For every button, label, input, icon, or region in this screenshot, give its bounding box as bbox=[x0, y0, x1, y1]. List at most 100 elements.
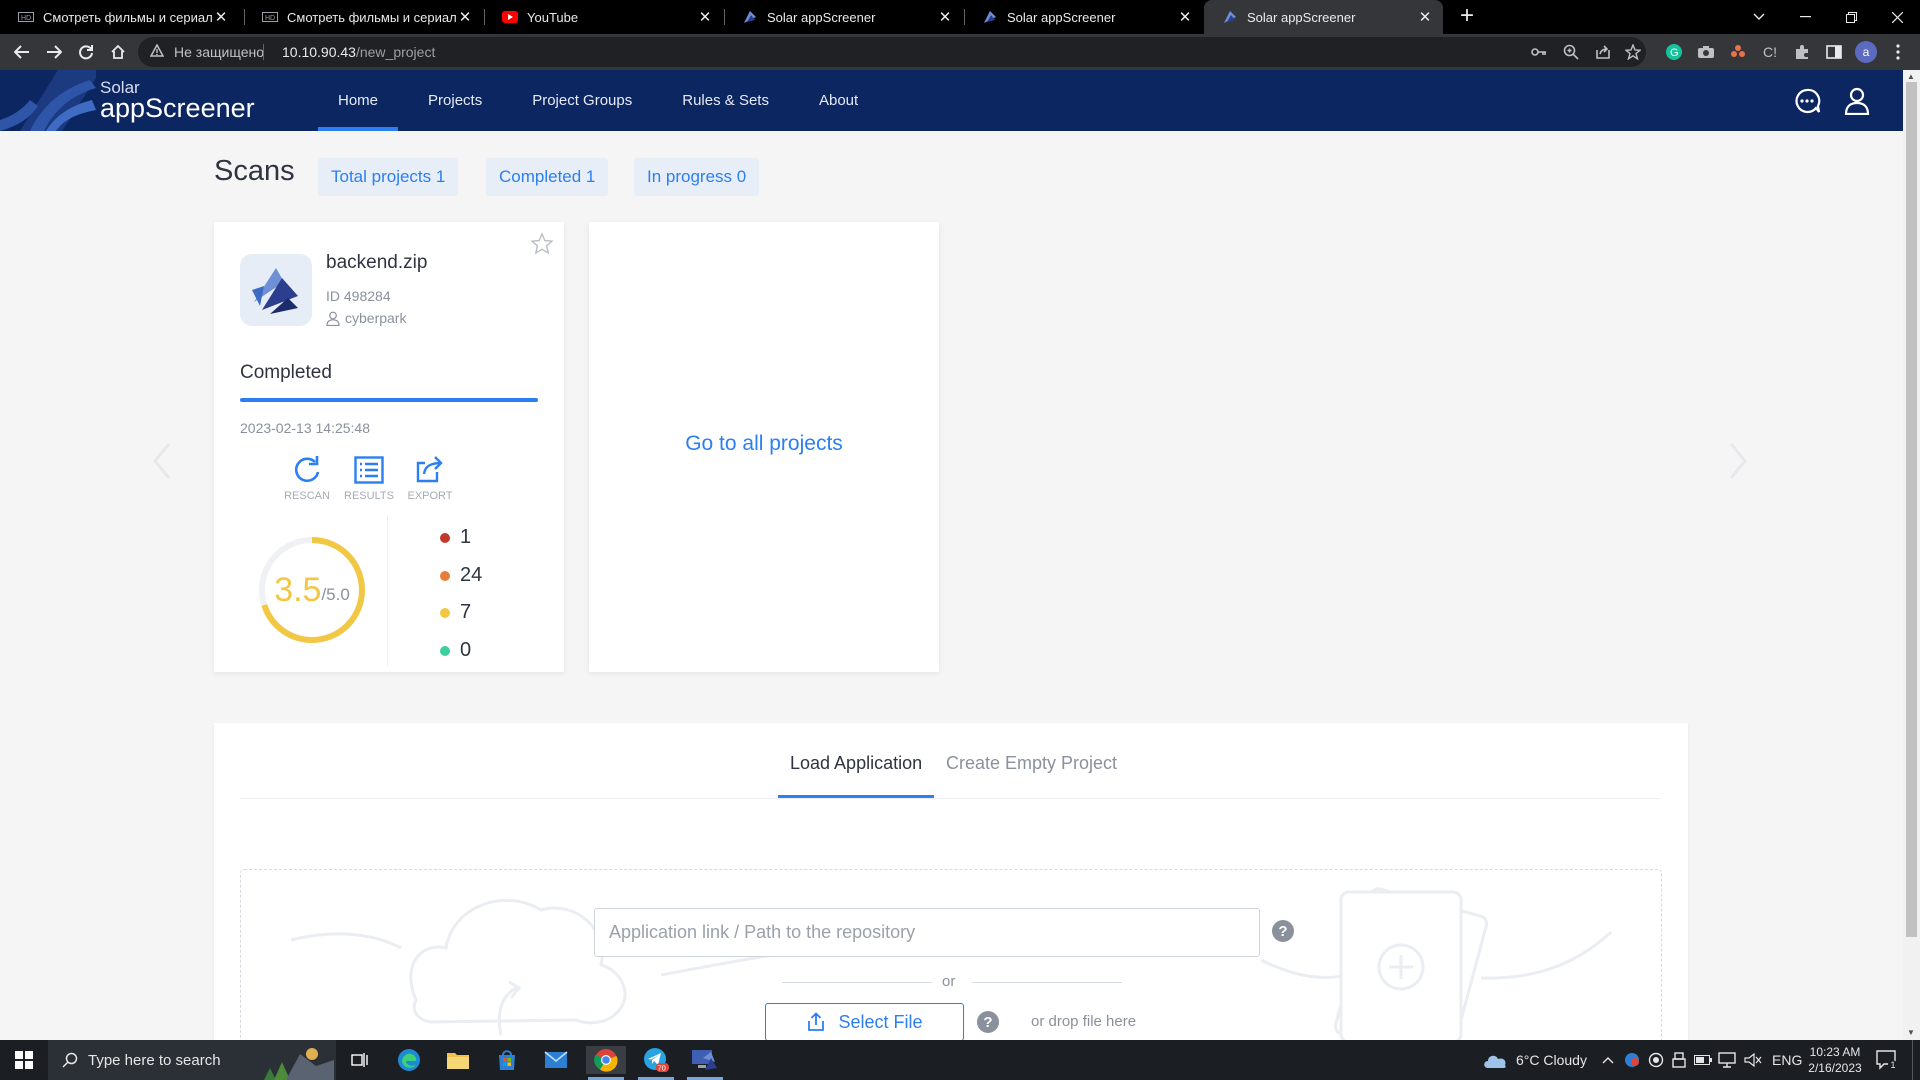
url-text[interactable]: 10.10.90.43/new_project bbox=[282, 44, 435, 60]
close-icon[interactable]: ✕ bbox=[937, 8, 953, 26]
nav-rules-sets[interactable]: Rules & Sets bbox=[662, 70, 789, 131]
severity-critical[interactable]: 1 bbox=[440, 526, 471, 549]
tab-load-application[interactable]: Load Application bbox=[790, 753, 922, 774]
warning-icon[interactable] bbox=[149, 43, 165, 62]
project-card[interactable]: backend.zip ID 498284 cyberpark Complete… bbox=[214, 222, 564, 672]
profile-avatar[interactable]: a bbox=[1855, 41, 1877, 63]
page-scrollbar[interactable]: ▲ ▼ bbox=[1903, 70, 1920, 1040]
bookmark-star-icon[interactable] bbox=[1624, 43, 1642, 61]
microsoft-store-icon[interactable] bbox=[487, 1046, 527, 1074]
show-desktop-button[interactable] bbox=[1912, 1040, 1913, 1080]
extension-flower-icon[interactable] bbox=[1728, 42, 1748, 62]
edge-icon[interactable] bbox=[389, 1046, 429, 1074]
chrome-icon[interactable] bbox=[586, 1046, 626, 1074]
new-tab-button[interactable]: + bbox=[1454, 4, 1480, 30]
rescan-button[interactable]: RESCAN bbox=[277, 448, 337, 502]
extension-c-icon[interactable]: C! bbox=[1760, 42, 1780, 62]
carousel-prev-chevron-icon[interactable] bbox=[152, 442, 172, 480]
scroll-thumb[interactable] bbox=[1906, 82, 1917, 937]
browser-tab-1[interactable]: HD Смотреть фильмы и сериалы онлайн ✕ bbox=[0, 0, 239, 34]
tab-search-chevron-icon[interactable] bbox=[1736, 0, 1782, 34]
severity-medium[interactable]: 24 bbox=[440, 564, 482, 587]
rating-max: /5.0 bbox=[321, 585, 350, 604]
close-icon[interactable]: ✕ bbox=[457, 8, 473, 26]
close-window-button[interactable] bbox=[1874, 0, 1920, 34]
windows-start-icon[interactable] bbox=[4, 1046, 44, 1074]
tray-usb-icon[interactable] bbox=[1672, 1040, 1686, 1080]
favorite-star-icon[interactable] bbox=[530, 232, 554, 256]
camera-icon[interactable] bbox=[1696, 42, 1716, 62]
all-projects-card[interactable]: Go to all projects bbox=[589, 222, 939, 672]
go-to-all-projects-link[interactable]: Go to all projects bbox=[589, 432, 939, 456]
home-icon[interactable] bbox=[104, 38, 132, 66]
in-progress-chip[interactable]: In progress 0 bbox=[634, 158, 760, 196]
repository-link-input[interactable] bbox=[594, 908, 1260, 957]
repo-help-icon[interactable]: ? bbox=[1272, 920, 1294, 942]
taskbar-search[interactable]: Type here to search bbox=[48, 1040, 336, 1080]
zoom-icon[interactable] bbox=[1562, 43, 1580, 61]
language-indicator[interactable]: ENG bbox=[1772, 1040, 1802, 1080]
browser-tab-6-active[interactable]: Solar appScreener ✕ bbox=[1204, 0, 1443, 34]
tray-record-icon[interactable] bbox=[1648, 1040, 1664, 1080]
scroll-down-arrow-icon[interactable]: ▼ bbox=[1907, 1028, 1915, 1037]
app-brand[interactable]: Solar appScreener bbox=[100, 79, 255, 122]
youtube-icon bbox=[502, 9, 518, 25]
telegram-icon[interactable]: 70 bbox=[636, 1046, 676, 1074]
notifications-icon[interactable]: 1 bbox=[1876, 1040, 1898, 1080]
browser-tab-5[interactable]: Solar appScreener ✕ bbox=[964, 0, 1203, 34]
file-explorer-icon[interactable] bbox=[438, 1046, 478, 1074]
security-label[interactable]: Не защищено bbox=[174, 44, 264, 60]
reload-icon[interactable] bbox=[72, 38, 100, 66]
nav-about[interactable]: About bbox=[799, 70, 878, 131]
nav-projects[interactable]: Projects bbox=[408, 70, 502, 131]
browser-tab-2[interactable]: HD Смотреть фильмы и сериалы онлайн ✕ bbox=[244, 0, 483, 34]
task-view-icon[interactable] bbox=[340, 1046, 380, 1074]
medium-dot-icon bbox=[440, 570, 450, 581]
close-icon[interactable]: ✕ bbox=[213, 8, 229, 26]
battery-icon[interactable] bbox=[1694, 1040, 1712, 1080]
nav-project-groups[interactable]: Project Groups bbox=[512, 70, 652, 131]
key-icon[interactable] bbox=[1530, 43, 1548, 61]
address-bar[interactable]: Не защищено 10.10.90.43/new_project bbox=[138, 37, 1646, 67]
back-arrow-icon[interactable] bbox=[8, 38, 36, 66]
tab-create-empty-project[interactable]: Create Empty Project bbox=[946, 753, 1117, 774]
mail-icon[interactable] bbox=[536, 1046, 576, 1074]
forward-arrow-icon[interactable] bbox=[40, 38, 68, 66]
puzzle-icon[interactable] bbox=[1792, 42, 1812, 62]
clock[interactable]: 10:23 AM 2/16/2023 bbox=[1808, 1040, 1862, 1080]
tab-title: Смотреть фильмы и сериалы онлайн bbox=[43, 9, 213, 25]
tray-app-icon[interactable] bbox=[1624, 1040, 1640, 1080]
close-icon[interactable]: ✕ bbox=[1417, 8, 1433, 26]
tray-chevron-icon[interactable] bbox=[1602, 1040, 1614, 1080]
grammarly-icon[interactable]: G bbox=[1664, 42, 1684, 62]
share-icon[interactable] bbox=[1594, 43, 1612, 61]
volume-mute-icon[interactable] bbox=[1744, 1040, 1762, 1080]
close-icon[interactable]: ✕ bbox=[697, 8, 713, 26]
completed-chip[interactable]: Completed 1 bbox=[486, 158, 609, 196]
nav-home[interactable]: Home bbox=[318, 70, 399, 131]
browser-tab-3[interactable]: YouTube ✕ bbox=[484, 0, 723, 34]
weather-widget[interactable]: 6°C Cloudy bbox=[1482, 1040, 1587, 1080]
app-navbar: Solar appScreener Home Projects Project … bbox=[0, 70, 1903, 131]
select-file-help-icon[interactable]: ? bbox=[977, 1011, 999, 1033]
browser-tab-4[interactable]: Solar appScreener ✕ bbox=[724, 0, 963, 34]
total-projects-chip[interactable]: Total projects 1 bbox=[318, 158, 459, 196]
scroll-up-arrow-icon[interactable]: ▲ bbox=[1907, 72, 1915, 81]
minimize-button[interactable] bbox=[1782, 0, 1828, 34]
kebab-menu-icon[interactable] bbox=[1888, 42, 1908, 62]
remote-desktop-icon[interactable] bbox=[684, 1046, 724, 1074]
user-icon[interactable] bbox=[1842, 86, 1872, 116]
project-name[interactable]: backend.zip bbox=[326, 252, 427, 274]
restore-button[interactable] bbox=[1828, 0, 1874, 34]
side-panel-icon[interactable] bbox=[1824, 42, 1844, 62]
severity-low[interactable]: 7 bbox=[440, 601, 471, 624]
chat-icon[interactable] bbox=[1792, 86, 1822, 116]
select-file-button[interactable]: Select File bbox=[765, 1003, 964, 1040]
export-button[interactable]: EXPORT bbox=[400, 448, 460, 502]
close-icon[interactable]: ✕ bbox=[1177, 8, 1193, 26]
scan-status: Completed bbox=[240, 362, 332, 383]
carousel-next-chevron-icon[interactable] bbox=[1728, 442, 1748, 480]
results-button[interactable]: RESULTS bbox=[339, 448, 399, 502]
severity-info[interactable]: 0 bbox=[440, 639, 471, 662]
network-icon[interactable] bbox=[1718, 1040, 1736, 1080]
